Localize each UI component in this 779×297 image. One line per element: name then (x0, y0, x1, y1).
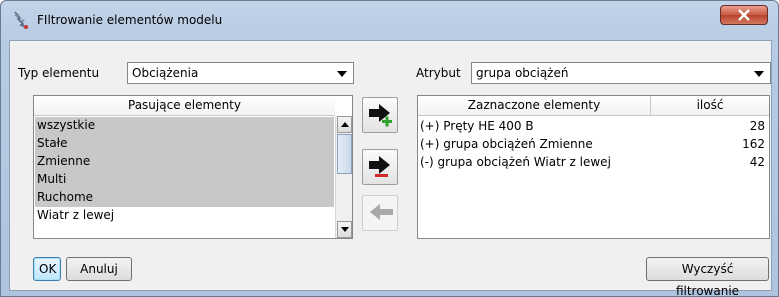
list-item[interactable]: Wiatr z lewej (35, 207, 334, 225)
type-label: Typ elementu (18, 66, 100, 80)
filter-app-icon (11, 10, 31, 30)
list-item[interactable]: Stałe (35, 135, 334, 153)
arrow-right-minus-icon (369, 156, 390, 177)
list-item[interactable]: Ruchome (35, 189, 334, 207)
arrow-right-plus-icon (369, 104, 392, 127)
list-header: Pasujące elementy (34, 96, 335, 116)
list-item[interactable]: Multi (35, 171, 334, 189)
ok-button[interactable]: OK (33, 257, 61, 281)
element-type-dropdown[interactable]: Obciążenia (127, 62, 354, 84)
table-cell-count[interactable]: 42 (750, 153, 765, 171)
table-cell-name[interactable]: (+) grupa obciążeń Zmienne (420, 135, 593, 153)
attribute-value: grupa obciążeń (476, 66, 569, 80)
chevron-down-icon (337, 71, 347, 77)
dialog-client: Typ elementu Obciążenia Atrybut grupa ob… (9, 40, 772, 296)
list-item[interactable]: Zmienne (35, 153, 334, 171)
column-header-selected[interactable]: Zaznaczone elementy (418, 96, 651, 116)
scroll-thumb[interactable] (337, 134, 352, 174)
arrow-left-icon (370, 204, 393, 220)
table-cell-count[interactable]: 28 (750, 117, 765, 135)
table-cell-name[interactable]: (-) grupa obciążeń Wiatr z lewej (420, 153, 611, 171)
clear-filter-button[interactable]: Wyczyść filtrowanie (646, 257, 769, 296)
window-title: FIltrowanie elementów modelu (37, 13, 223, 27)
close-icon (738, 9, 750, 21)
scroll-up-button[interactable] (337, 116, 352, 133)
chevron-down-icon (754, 71, 764, 77)
list-item[interactable]: wszystkie (35, 117, 334, 135)
dialog-window: FIltrowanie elementów modelu Typ element… (0, 0, 779, 297)
remove-from-selection-button[interactable] (362, 149, 398, 185)
selected-elements-table[interactable]: Zaznaczone elementy ilość (+) Pręty HE 4… (417, 95, 770, 239)
column-header-count[interactable]: ilość (651, 96, 769, 116)
list-scrollbar[interactable] (335, 116, 352, 238)
move-back-button[interactable] (362, 195, 398, 231)
title-bar[interactable]: FIltrowanie elementów modelu (1, 1, 778, 41)
cancel-button[interactable]: Anuluj (66, 257, 132, 281)
scroll-down-button[interactable] (337, 221, 352, 238)
matching-elements-list[interactable]: Pasujące elementy wszystkie Stałe Zmienn… (33, 95, 353, 239)
arrow-up-icon (341, 122, 349, 127)
attribute-dropdown[interactable]: grupa obciążeń (471, 62, 771, 84)
close-button[interactable] (720, 5, 768, 25)
arrow-down-icon (341, 227, 349, 232)
attribute-label: Atrybut (416, 66, 461, 80)
element-type-value: Obciążenia (132, 66, 199, 80)
table-cell-count[interactable]: 162 (742, 135, 765, 153)
add-to-selection-button[interactable] (362, 97, 398, 133)
table-cell-name[interactable]: (+) Pręty HE 400 B (420, 117, 534, 135)
